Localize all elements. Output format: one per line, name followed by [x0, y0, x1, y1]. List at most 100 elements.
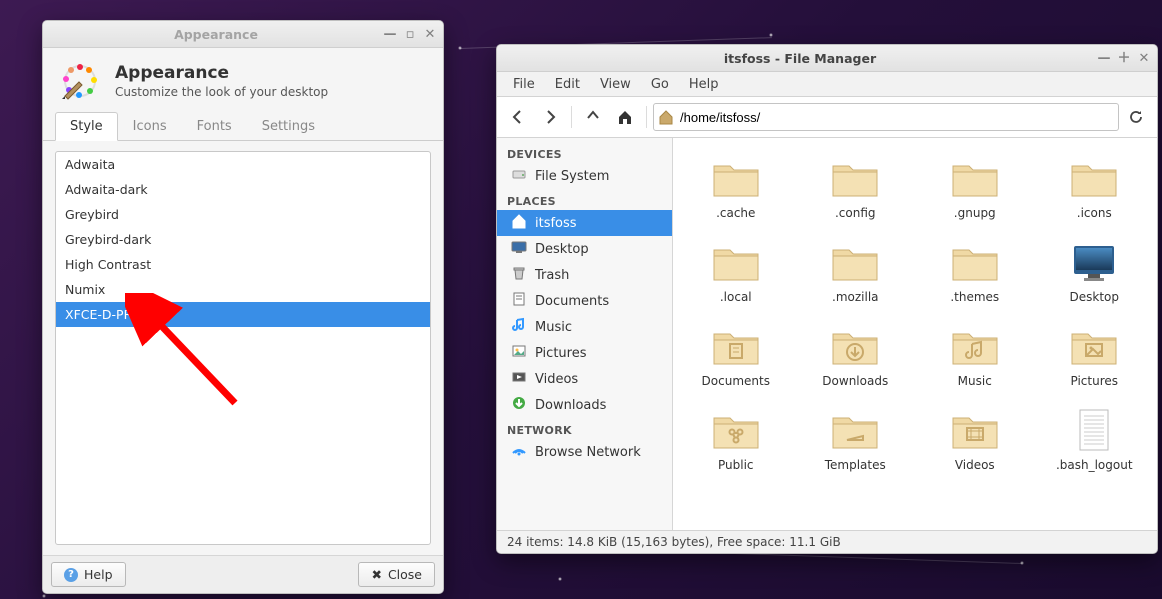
- button-bar: ? Help ✖ Close: [43, 555, 443, 593]
- file-item[interactable]: Public: [679, 400, 793, 478]
- sidebar-item-file-system[interactable]: File System: [497, 163, 672, 189]
- help-icon: ?: [64, 568, 78, 582]
- tab-icons[interactable]: Icons: [118, 112, 182, 141]
- file-item[interactable]: Videos: [918, 400, 1032, 478]
- file-label: Videos: [955, 458, 995, 472]
- folder-icon: [829, 154, 881, 202]
- sidebar-item-documents[interactable]: Documents: [497, 288, 672, 314]
- sidebar-item-label: Videos: [535, 372, 578, 387]
- file-item[interactable]: Pictures: [1038, 316, 1152, 394]
- videos-icon: [511, 369, 527, 389]
- folder-dl-icon: [829, 322, 881, 370]
- desktop-icon: [511, 239, 527, 259]
- menu-file[interactable]: File: [503, 74, 545, 95]
- file-manager-window: itsfoss - File Manager — ＋ ✕ FileEditVie…: [496, 44, 1158, 554]
- file-item[interactable]: .themes: [918, 232, 1032, 310]
- maximize-button[interactable]: ▫: [403, 28, 417, 41]
- network-icon: [511, 442, 527, 462]
- sidebar-item-itsfoss[interactable]: itsfoss: [497, 210, 672, 236]
- sidebar-item-trash[interactable]: Trash: [497, 262, 672, 288]
- tab-fonts[interactable]: Fonts: [182, 112, 247, 141]
- folder-icon: [710, 238, 762, 286]
- theme-item[interactable]: Greybird-dark: [56, 227, 430, 252]
- titlebar[interactable]: Appearance — ▫ ✕: [43, 21, 443, 48]
- sidebar-item-label: Documents: [535, 294, 609, 309]
- nav-up-button[interactable]: [579, 103, 607, 131]
- dialog-subtitle: Customize the look of your desktop: [115, 85, 328, 99]
- theme-item[interactable]: Adwaita-dark: [56, 177, 430, 202]
- file-item[interactable]: Downloads: [799, 316, 913, 394]
- sidebar-item-music[interactable]: Music: [497, 314, 672, 340]
- file-item[interactable]: Music: [918, 316, 1032, 394]
- toolbar: [497, 97, 1157, 138]
- tab-style[interactable]: Style: [55, 112, 118, 141]
- pictures-icon: [511, 343, 527, 363]
- drive-icon: [511, 166, 527, 186]
- file-item[interactable]: .icons: [1038, 148, 1152, 226]
- sidebar-item-browse-network[interactable]: Browse Network: [497, 439, 672, 465]
- appearance-window: Appearance — ▫ ✕: [42, 20, 444, 594]
- nav-home-button[interactable]: [611, 103, 639, 131]
- minimize-button[interactable]: —: [1097, 52, 1111, 65]
- theme-item[interactable]: Greybird: [56, 202, 430, 227]
- close-window-button[interactable]: ✕: [423, 28, 437, 41]
- sidebar-item-downloads[interactable]: Downloads: [497, 392, 672, 418]
- folder-pic-icon: [1068, 322, 1120, 370]
- titlebar[interactable]: itsfoss - File Manager — ＋ ✕: [497, 45, 1157, 72]
- file-label: .themes: [950, 290, 999, 304]
- close-button[interactable]: ✖ Close: [358, 562, 435, 587]
- path-field[interactable]: [653, 103, 1119, 131]
- menu-edit[interactable]: Edit: [545, 74, 590, 95]
- nav-forward-button[interactable]: [536, 103, 564, 131]
- file-item[interactable]: Templates: [799, 400, 913, 478]
- file-label: .mozilla: [832, 290, 879, 304]
- sidebar-section: NETWORK: [497, 418, 672, 439]
- file-item[interactable]: .bash_logout: [1038, 400, 1152, 478]
- file-item[interactable]: .gnupg: [918, 148, 1032, 226]
- file-label: .gnupg: [954, 206, 996, 220]
- sidebar-item-videos[interactable]: Videos: [497, 366, 672, 392]
- folder-pub-icon: [710, 406, 762, 454]
- path-input[interactable]: [678, 109, 1114, 126]
- sidebar-item-pictures[interactable]: Pictures: [497, 340, 672, 366]
- doc-icon: [511, 291, 527, 311]
- separator: [646, 106, 647, 128]
- help-button[interactable]: ? Help: [51, 562, 126, 587]
- sidebar-item-label: Downloads: [535, 398, 606, 413]
- menu-go[interactable]: Go: [641, 74, 679, 95]
- file-item[interactable]: .mozilla: [799, 232, 913, 310]
- file-label: .bash_logout: [1056, 458, 1133, 472]
- sidebar-item-label: File System: [535, 169, 609, 184]
- file-item[interactable]: .config: [799, 148, 913, 226]
- close-label: Close: [388, 567, 422, 582]
- file-label: Public: [718, 458, 754, 472]
- file-item[interactable]: Documents: [679, 316, 793, 394]
- minimize-button[interactable]: —: [383, 28, 397, 41]
- sidebar-item-label: Desktop: [535, 242, 589, 257]
- nav-back-button[interactable]: [504, 103, 532, 131]
- file-label: Downloads: [822, 374, 888, 388]
- window-title: Appearance: [49, 27, 383, 42]
- refresh-button[interactable]: [1122, 103, 1150, 131]
- file-item[interactable]: .local: [679, 232, 793, 310]
- sidebar-item-label: Pictures: [535, 346, 586, 361]
- file-label: .local: [720, 290, 752, 304]
- theme-item[interactable]: Numix: [56, 277, 430, 302]
- theme-list[interactable]: AdwaitaAdwaita-darkGreybirdGreybird-dark…: [55, 151, 431, 545]
- file-item[interactable]: .cache: [679, 148, 793, 226]
- close-window-button[interactable]: ✕: [1137, 52, 1151, 65]
- theme-item[interactable]: XFCE-D-PRO-1.6: [56, 302, 430, 327]
- menu-view[interactable]: View: [590, 74, 641, 95]
- statusbar: 24 items: 14.8 KiB (15,163 bytes), Free …: [497, 530, 1157, 553]
- sidebar-item-label: Browse Network: [535, 445, 641, 460]
- menu-help[interactable]: Help: [679, 74, 729, 95]
- theme-item[interactable]: Adwaita: [56, 152, 430, 177]
- tab-settings[interactable]: Settings: [247, 112, 330, 141]
- folder-icon: [1068, 154, 1120, 202]
- maximize-button[interactable]: ＋: [1117, 52, 1131, 65]
- sidebar-item-desktop[interactable]: Desktop: [497, 236, 672, 262]
- file-item[interactable]: Desktop: [1038, 232, 1152, 310]
- file-pane[interactable]: .cache.config .gnupg .icons .local .mozilla.…: [673, 138, 1157, 530]
- theme-item[interactable]: High Contrast: [56, 252, 430, 277]
- trash-icon: [511, 265, 527, 285]
